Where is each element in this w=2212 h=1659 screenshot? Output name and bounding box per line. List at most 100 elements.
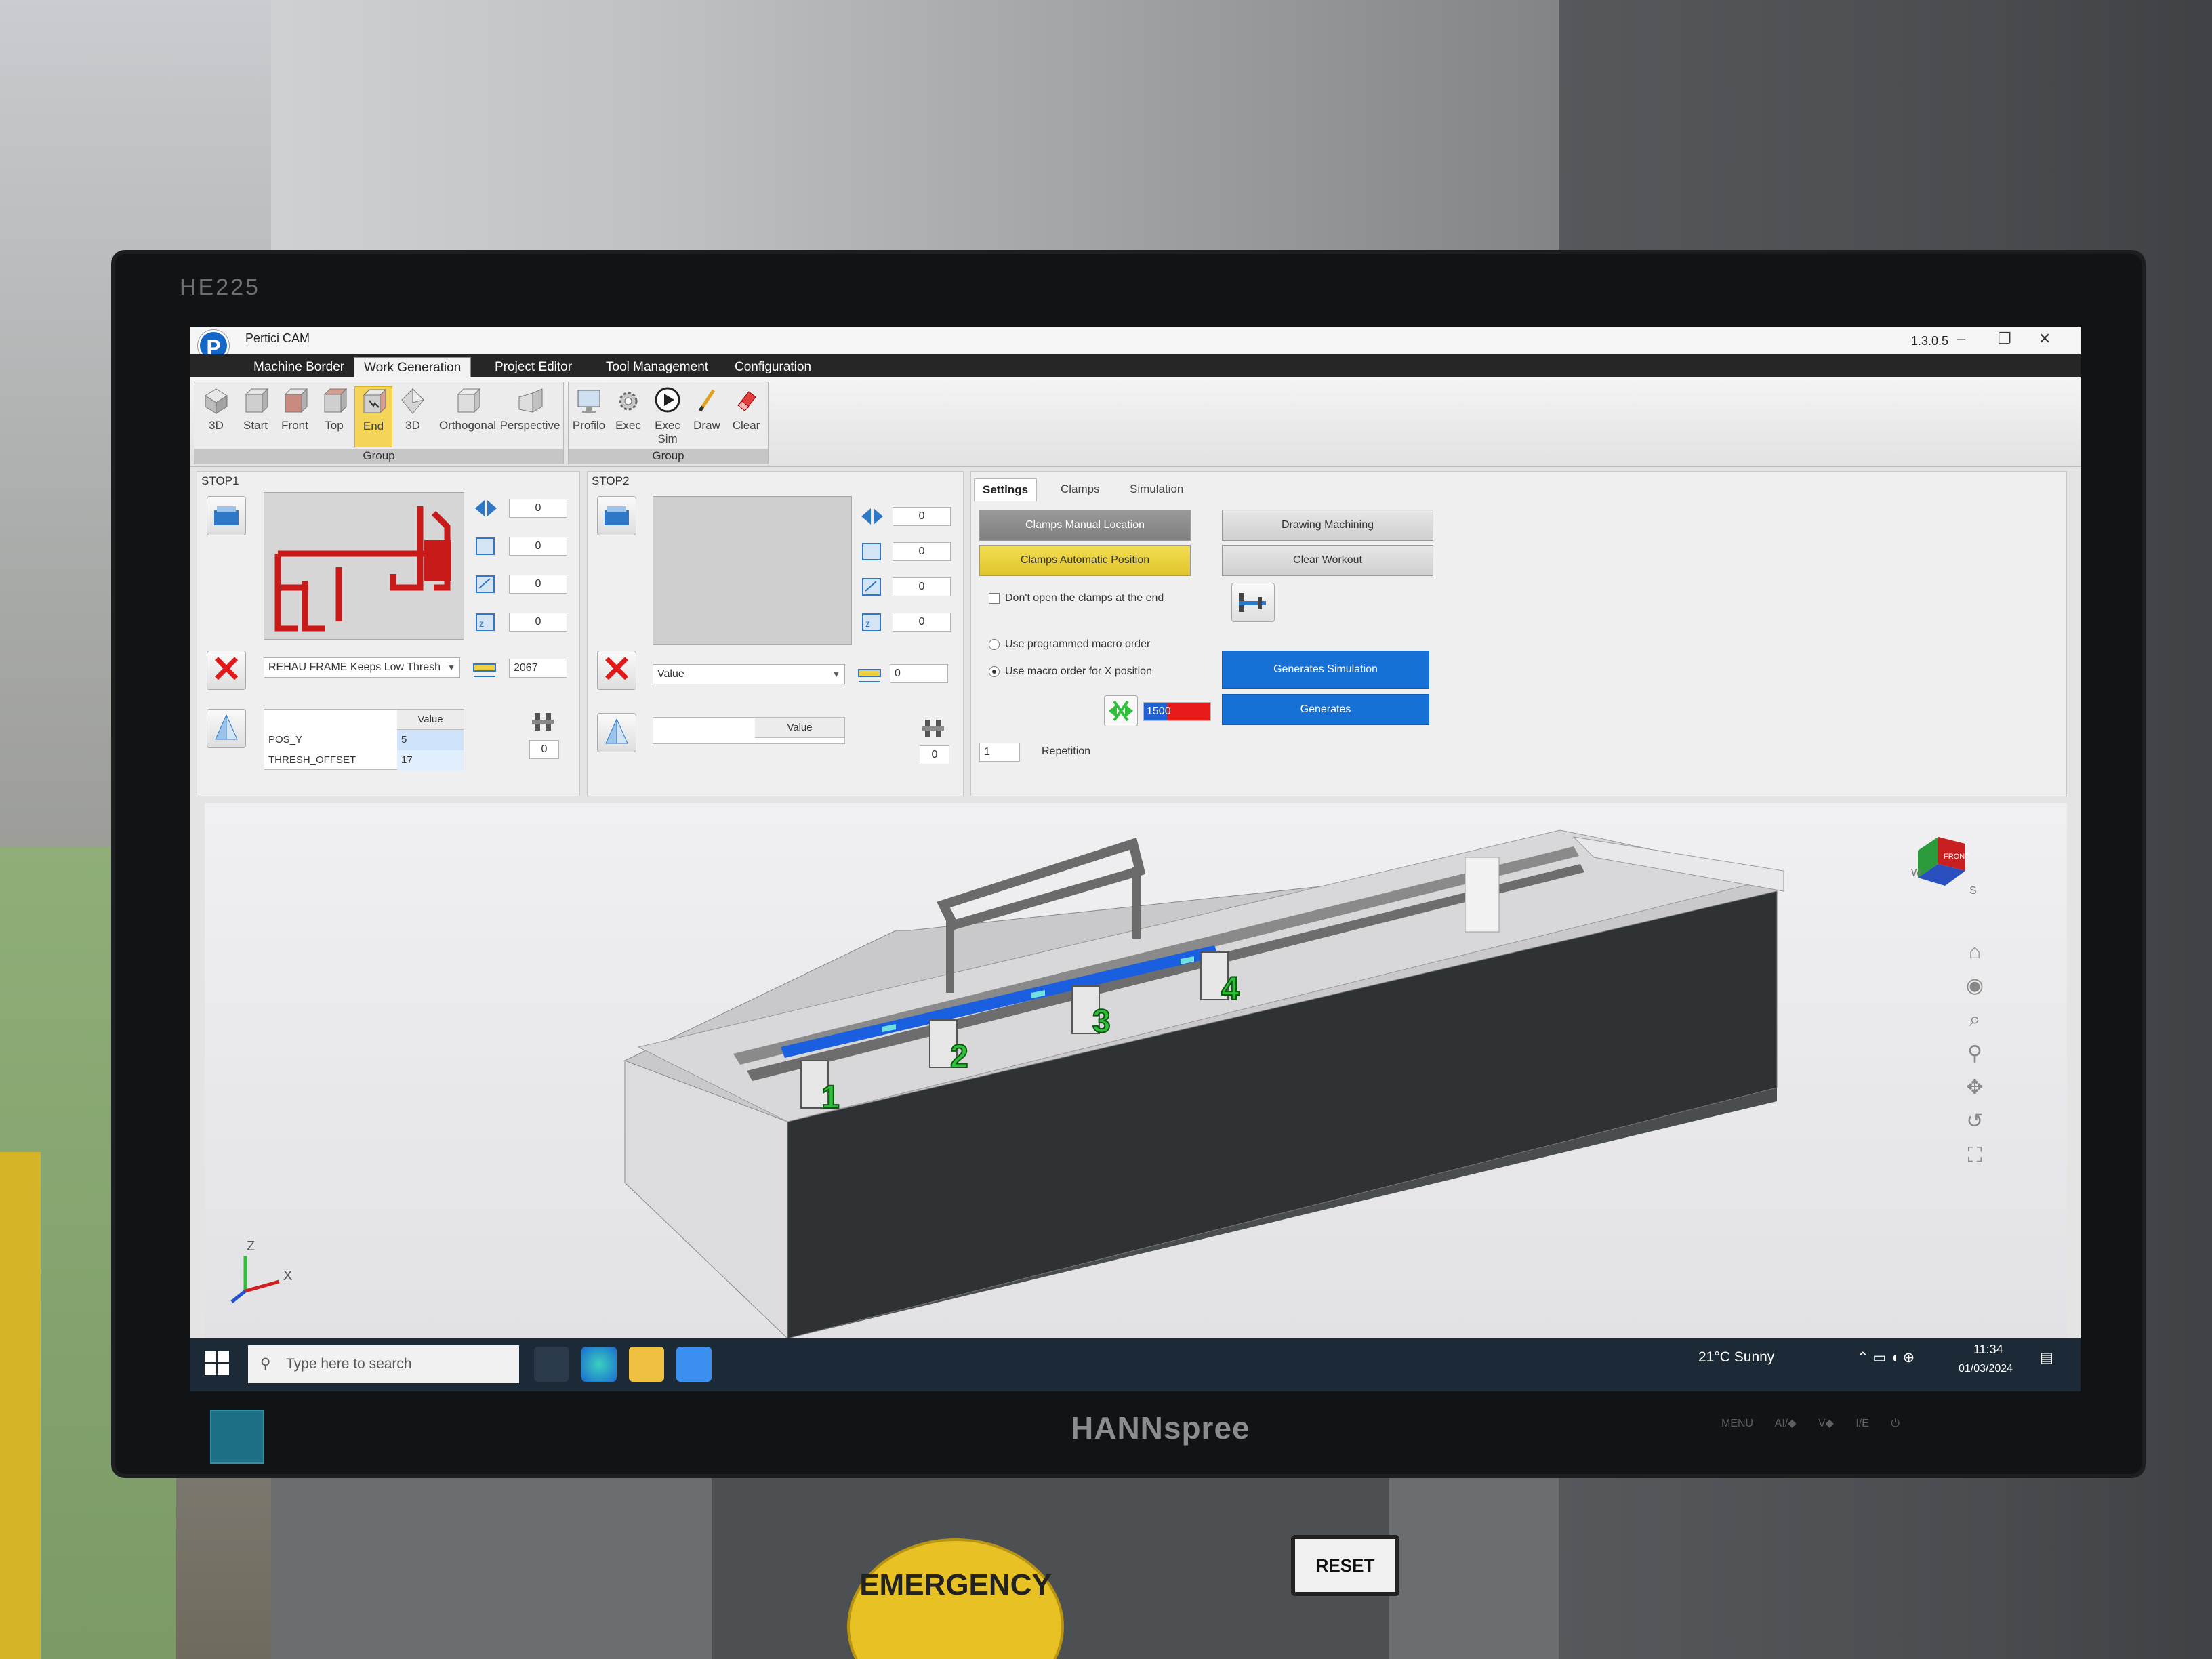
draw-button[interactable]: Draw xyxy=(688,386,726,447)
3d-viewport[interactable]: 1 2 3 4 Z X FRONT W S ⌂ ◉ ⌕ ⚲ ✥ ↺ ⛶ xyxy=(205,803,2067,1338)
minimize-icon[interactable]: – xyxy=(1957,330,1965,348)
task-view-icon[interactable] xyxy=(534,1347,569,1382)
stop2-remove-button[interactable]: ✕ xyxy=(597,651,636,690)
machine-3d-model: 1 2 3 4 Z X xyxy=(230,830,1784,1338)
repetition-label: Repetition xyxy=(1042,745,1091,757)
orbit-icon[interactable]: ◉ xyxy=(1961,972,1988,1000)
tab-settings[interactable]: Settings xyxy=(974,478,1038,501)
stop1-offset-y[interactable]: 0 xyxy=(509,537,567,556)
taskbar-search-input[interactable]: ⚲ Type here to search xyxy=(248,1345,519,1383)
stop1-offset-z[interactable]: 0 xyxy=(509,575,567,594)
speed-icon-button[interactable] xyxy=(1104,695,1138,726)
param-value-pos-y[interactable]: 5 xyxy=(397,730,464,750)
stop1-profile-value: REHAU FRAME Keeps Low Thresh xyxy=(268,661,441,673)
repetition-input[interactable]: 1 xyxy=(979,743,1020,762)
clear-button[interactable]: Clear xyxy=(727,386,765,447)
stop1-offset-rot[interactable]: 0 xyxy=(509,613,567,632)
menu-configuration[interactable]: Configuration xyxy=(725,357,821,377)
stop2-offset-z[interactable]: 0 xyxy=(893,577,951,596)
stop1-length[interactable]: 2067 xyxy=(509,659,567,678)
generates-simulation-button[interactable]: Generates Simulation xyxy=(1222,651,1429,689)
stop1-load-button[interactable] xyxy=(207,496,246,535)
view-front-label: Front xyxy=(281,419,308,432)
profilo-label: Profilo xyxy=(572,419,606,432)
stop2-clamp-count[interactable]: 0 xyxy=(920,745,949,764)
menu-project-editor[interactable]: Project Editor xyxy=(485,357,581,377)
menu-tool-management[interactable]: Tool Management xyxy=(596,357,718,377)
clamps-manual-button[interactable]: Clamps Manual Location xyxy=(979,510,1191,541)
home-view-icon[interactable]: ⌂ xyxy=(1961,939,1988,966)
exec-sim-button[interactable]: Exec Sim xyxy=(649,386,687,447)
tab-simulation[interactable]: Simulation xyxy=(1122,478,1191,501)
stop1-offset-x[interactable]: 0 xyxy=(509,499,567,518)
notification-icon[interactable]: ▤ xyxy=(2040,1349,2053,1366)
view-top-button[interactable]: Top xyxy=(315,386,353,447)
cube-alt-icon xyxy=(401,388,424,414)
stop1-mirror-button[interactable] xyxy=(207,709,246,748)
use-macro-x-radio[interactable]: Use macro order for X position xyxy=(989,665,1152,678)
settings-panel: Settings Clamps Simulation Clamps Manual… xyxy=(970,471,2067,796)
view-cube-icon: FRONT W S xyxy=(1911,837,1977,897)
mirror-icon xyxy=(605,718,628,744)
restore-icon[interactable]: ❐ xyxy=(1998,330,2011,348)
zoom-icon[interactable]: ⚲ xyxy=(1961,1040,1988,1067)
use-programmed-radio[interactable]: Use programmed macro order xyxy=(989,638,1150,651)
menu-machine-border[interactable]: Machine Border xyxy=(244,357,354,377)
param-value-thresh-offset[interactable]: 17 xyxy=(397,750,464,771)
stop2-grid-header: Value xyxy=(755,718,844,738)
weather-widget[interactable]: 21°C Sunny xyxy=(1698,1349,1774,1366)
offset-x-icon xyxy=(861,508,883,525)
view-orthogonal-button[interactable]: Orthogonal xyxy=(438,386,497,447)
clock-time[interactable]: 11:34 xyxy=(1973,1343,2003,1357)
edge-icon[interactable] xyxy=(581,1347,617,1382)
exec-button[interactable]: Exec xyxy=(609,386,647,447)
gear-icon xyxy=(619,392,638,411)
stop2-offset-y[interactable]: 0 xyxy=(893,542,951,561)
close-icon[interactable]: ✕ xyxy=(2039,330,2051,348)
dont-open-clamps-checkbox[interactable]: Don't open the clamps at the end xyxy=(989,592,1164,605)
clamp-position-button[interactable] xyxy=(1231,583,1275,622)
stop2-profile-select[interactable]: Value ▼ xyxy=(653,664,845,684)
file-explorer-icon[interactable] xyxy=(629,1347,664,1382)
view-end-button[interactable]: End xyxy=(354,386,392,447)
stop2-offset-x[interactable]: 0 xyxy=(893,507,951,526)
offset-y-icon xyxy=(862,543,881,560)
fit-all-icon[interactable]: ⛶ xyxy=(1961,1142,1988,1169)
yellow-guard-rail xyxy=(0,1152,41,1659)
param-name-pos-y: POS_Y xyxy=(268,734,303,745)
view-cube[interactable]: FRONT W S xyxy=(1911,830,1979,898)
menu-work-generation[interactable]: Work Generation xyxy=(354,357,472,377)
drawing-machining-button[interactable]: Drawing Machining xyxy=(1222,510,1433,541)
stop1-profile-select[interactable]: REHAU FRAME Keeps Low Thresh ▼ xyxy=(264,657,460,678)
search-icon: ⚲ xyxy=(260,1356,271,1372)
monitor-buttons[interactable]: MENU AI/◆ V◆ I/E ⏻ xyxy=(1721,1416,1900,1430)
stop2-load-button[interactable] xyxy=(597,496,636,535)
view-3d-alt-button[interactable]: 3D xyxy=(394,386,432,447)
generates-button[interactable]: Generates xyxy=(1222,694,1429,725)
clock-date[interactable]: 01/03/2024 xyxy=(1959,1363,2013,1375)
clear-workout-button[interactable]: Clear Workout xyxy=(1222,545,1433,576)
stop2-mirror-button[interactable] xyxy=(597,713,636,752)
windows-start-icon[interactable] xyxy=(203,1349,230,1376)
view-start-button[interactable]: Start xyxy=(237,386,274,447)
reset-button[interactable]: RESET xyxy=(1291,1535,1399,1596)
clamps-auto-button[interactable]: Clamps Automatic Position xyxy=(979,545,1191,576)
stop2-offset-rot[interactable]: 0 xyxy=(893,613,951,632)
pertici-cam-taskbar-icon[interactable] xyxy=(676,1347,712,1382)
pan-icon[interactable]: ✥ xyxy=(1961,1074,1988,1101)
radio-button-selected xyxy=(989,665,1000,677)
stop2-length[interactable]: 0 xyxy=(890,664,948,683)
stop1-clamp-count[interactable]: 0 xyxy=(529,740,559,759)
stop1-remove-button[interactable]: ✕ xyxy=(207,651,246,690)
view-3d-button[interactable]: 3D xyxy=(197,386,235,447)
view-front-button[interactable]: Front xyxy=(276,386,314,447)
speed-input[interactable]: 1500 xyxy=(1143,702,1211,721)
tray-icons[interactable]: ⌃ ▭ ◖ ⊕ xyxy=(1857,1349,1914,1366)
zoom-window-icon[interactable]: ⌕ xyxy=(1961,1006,1988,1033)
svg-text:z: z xyxy=(865,618,870,629)
profilo-button[interactable]: Profilo xyxy=(570,386,608,447)
stop1-label: STOP1 xyxy=(201,474,239,487)
rotate-icon[interactable]: ↺ xyxy=(1961,1108,1988,1135)
tab-clamps[interactable]: Clamps xyxy=(1052,478,1108,501)
view-perspective-button[interactable]: Perspective xyxy=(499,386,560,447)
